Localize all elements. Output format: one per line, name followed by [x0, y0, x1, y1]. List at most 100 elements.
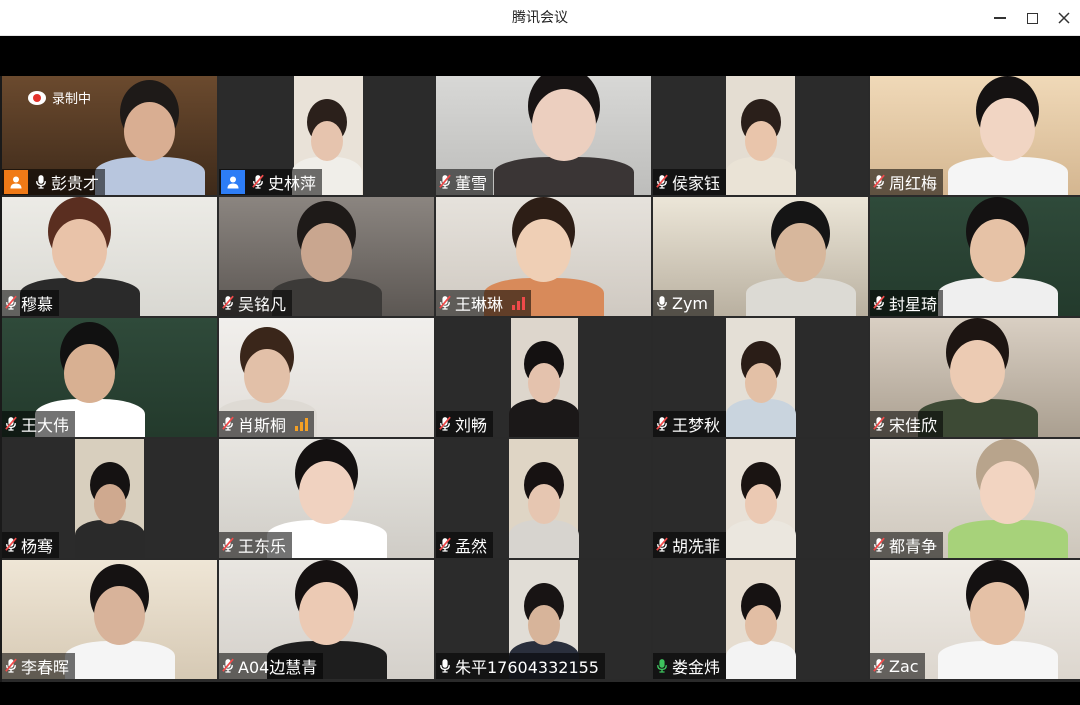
participant-namebar: A04边慧青	[219, 653, 324, 679]
participant-figure	[64, 564, 175, 679]
participant-name: 穆慕	[21, 295, 54, 314]
mic-muted-icon	[655, 415, 669, 433]
participant-name: 王琳琳	[455, 295, 504, 314]
participant-namebar: 宋佳欣	[870, 411, 944, 437]
participant-figure	[725, 448, 796, 558]
participant-name: 封星琦	[889, 295, 938, 314]
participant-name: 王大伟	[21, 416, 70, 435]
participant-namebar: 侯家钰	[653, 169, 727, 195]
participant-tile[interactable]: 王琳琳	[436, 197, 651, 316]
participant-namebar: 朱平17604332155	[436, 653, 605, 679]
mic-muted-icon	[655, 173, 669, 191]
mic-muted-icon	[221, 415, 235, 433]
mic-muted-icon	[221, 536, 235, 554]
participant-namebar: 封星琦	[870, 290, 944, 316]
window-title: 腾讯会议	[512, 10, 568, 26]
participant-namebar: 董雪	[436, 169, 494, 195]
participant-figure	[74, 448, 145, 558]
participant-name: 侯家钰	[672, 174, 721, 193]
participant-namebar: 彭贵才	[2, 169, 106, 195]
participant-tile[interactable]: 娄金炜	[653, 560, 868, 679]
participant-tile[interactable]: 刘畅	[436, 318, 651, 437]
participant-tile[interactable]: 都青争	[870, 439, 1080, 558]
recording-icon	[28, 90, 46, 105]
participant-tile[interactable]: 侯家钰	[653, 76, 868, 195]
participant-tile[interactable]: 封星琦	[870, 197, 1080, 316]
mic-muted-icon	[221, 294, 235, 312]
participant-tile[interactable]: 宋佳欣	[870, 318, 1080, 437]
maximize-icon	[1026, 12, 1038, 24]
participant-figure	[508, 327, 579, 437]
mic-muted-icon	[251, 173, 265, 191]
participant-namebar: 王琳琳	[436, 290, 532, 316]
participant-figure	[745, 201, 856, 316]
participant-namebar: 胡冼菲	[653, 532, 727, 558]
mic-muted-icon	[221, 657, 235, 675]
recording-label: 录制中	[52, 92, 92, 107]
network-signal-icon	[295, 417, 309, 431]
participant-tile[interactable]: 穆慕	[2, 197, 217, 316]
maximize-button[interactable]	[1014, 0, 1050, 36]
participant-tile[interactable]: 李春晖	[2, 560, 217, 679]
participant-tile[interactable]: 朱平17604332155	[436, 560, 651, 679]
participant-tile[interactable]: 胡冼菲	[653, 439, 868, 558]
user-avatar-icon	[4, 170, 28, 194]
close-icon	[1058, 12, 1070, 24]
participant-tile[interactable]: 周红梅	[870, 76, 1080, 195]
participant-name: 王东乐	[238, 537, 287, 556]
participant-tile[interactable]: 王大伟	[2, 318, 217, 437]
participant-tile[interactable]: 史林萍	[219, 76, 434, 195]
participant-tile[interactable]: 孟然	[436, 439, 651, 558]
participant-name: 胡冼菲	[672, 537, 721, 556]
participant-name: 朱平17604332155	[455, 658, 599, 677]
participant-tile[interactable]: 肖斯桐	[219, 318, 434, 437]
participant-namebar: 肖斯桐	[219, 411, 315, 437]
participant-tile[interactable]: 王梦秋	[653, 318, 868, 437]
participant-tile[interactable]: 王东乐	[219, 439, 434, 558]
participant-name: A04边慧青	[238, 658, 318, 677]
mic-muted-icon	[872, 415, 886, 433]
video-grid: 录制中 彭贵才 史林萍 董雪 侯家钰 周红梅 穆慕 吴铭凡 王琳琳 Zym 封星琦 王大伟 肖斯桐 刘畅王…	[2, 76, 1080, 682]
close-button[interactable]	[1046, 0, 1080, 36]
participant-tile[interactable]: 杨骞	[2, 439, 217, 558]
minimize-button[interactable]	[982, 0, 1018, 36]
mic-muted-icon	[872, 536, 886, 554]
participant-namebar: 穆慕	[2, 290, 60, 316]
participant-figure	[937, 560, 1058, 679]
participant-namebar: Zym	[653, 290, 715, 316]
mic-muted-icon	[872, 173, 886, 191]
participant-name: 宋佳欣	[889, 416, 938, 435]
participant-tile[interactable]: 录制中 彭贵才	[2, 76, 217, 195]
participant-figure	[508, 448, 579, 558]
participant-tile[interactable]: A04边慧青	[219, 560, 434, 679]
participant-namebar: 周红梅	[870, 169, 944, 195]
participant-namebar: 王梦秋	[653, 411, 727, 437]
mic-muted-icon	[872, 294, 886, 312]
participant-name: 刘畅	[455, 416, 488, 435]
participant-figure	[947, 76, 1068, 195]
participant-namebar: 王大伟	[2, 411, 76, 437]
mic-icon	[34, 173, 48, 191]
participant-tile[interactable]: 董雪	[436, 76, 651, 195]
mic-muted-icon	[438, 173, 452, 191]
participant-namebar: 娄金炜	[653, 653, 727, 679]
participant-figure	[937, 197, 1058, 316]
participant-figure	[493, 76, 634, 195]
title-bar: 腾讯会议	[0, 0, 1080, 36]
participant-namebar: 吴铭凡	[219, 290, 293, 316]
participant-name: 史林萍	[268, 174, 317, 193]
recording-indicator: 录制中	[28, 88, 91, 107]
participant-namebar: 李春晖	[2, 653, 76, 679]
participant-name: Zym	[672, 293, 709, 313]
mic-muted-icon	[438, 415, 452, 433]
participant-namebar: 史林萍	[219, 169, 323, 195]
participant-namebar: 刘畅	[436, 411, 494, 437]
participant-name: 彭贵才	[51, 174, 100, 193]
mic-muted-icon	[438, 536, 452, 554]
participant-namebar: Zac	[870, 653, 925, 679]
minimize-icon	[994, 17, 1006, 19]
participant-name: 孟然	[455, 537, 488, 556]
participant-tile[interactable]: Zym	[653, 197, 868, 316]
participant-tile[interactable]: 吴铭凡	[219, 197, 434, 316]
participant-tile[interactable]: Zac	[870, 560, 1080, 679]
